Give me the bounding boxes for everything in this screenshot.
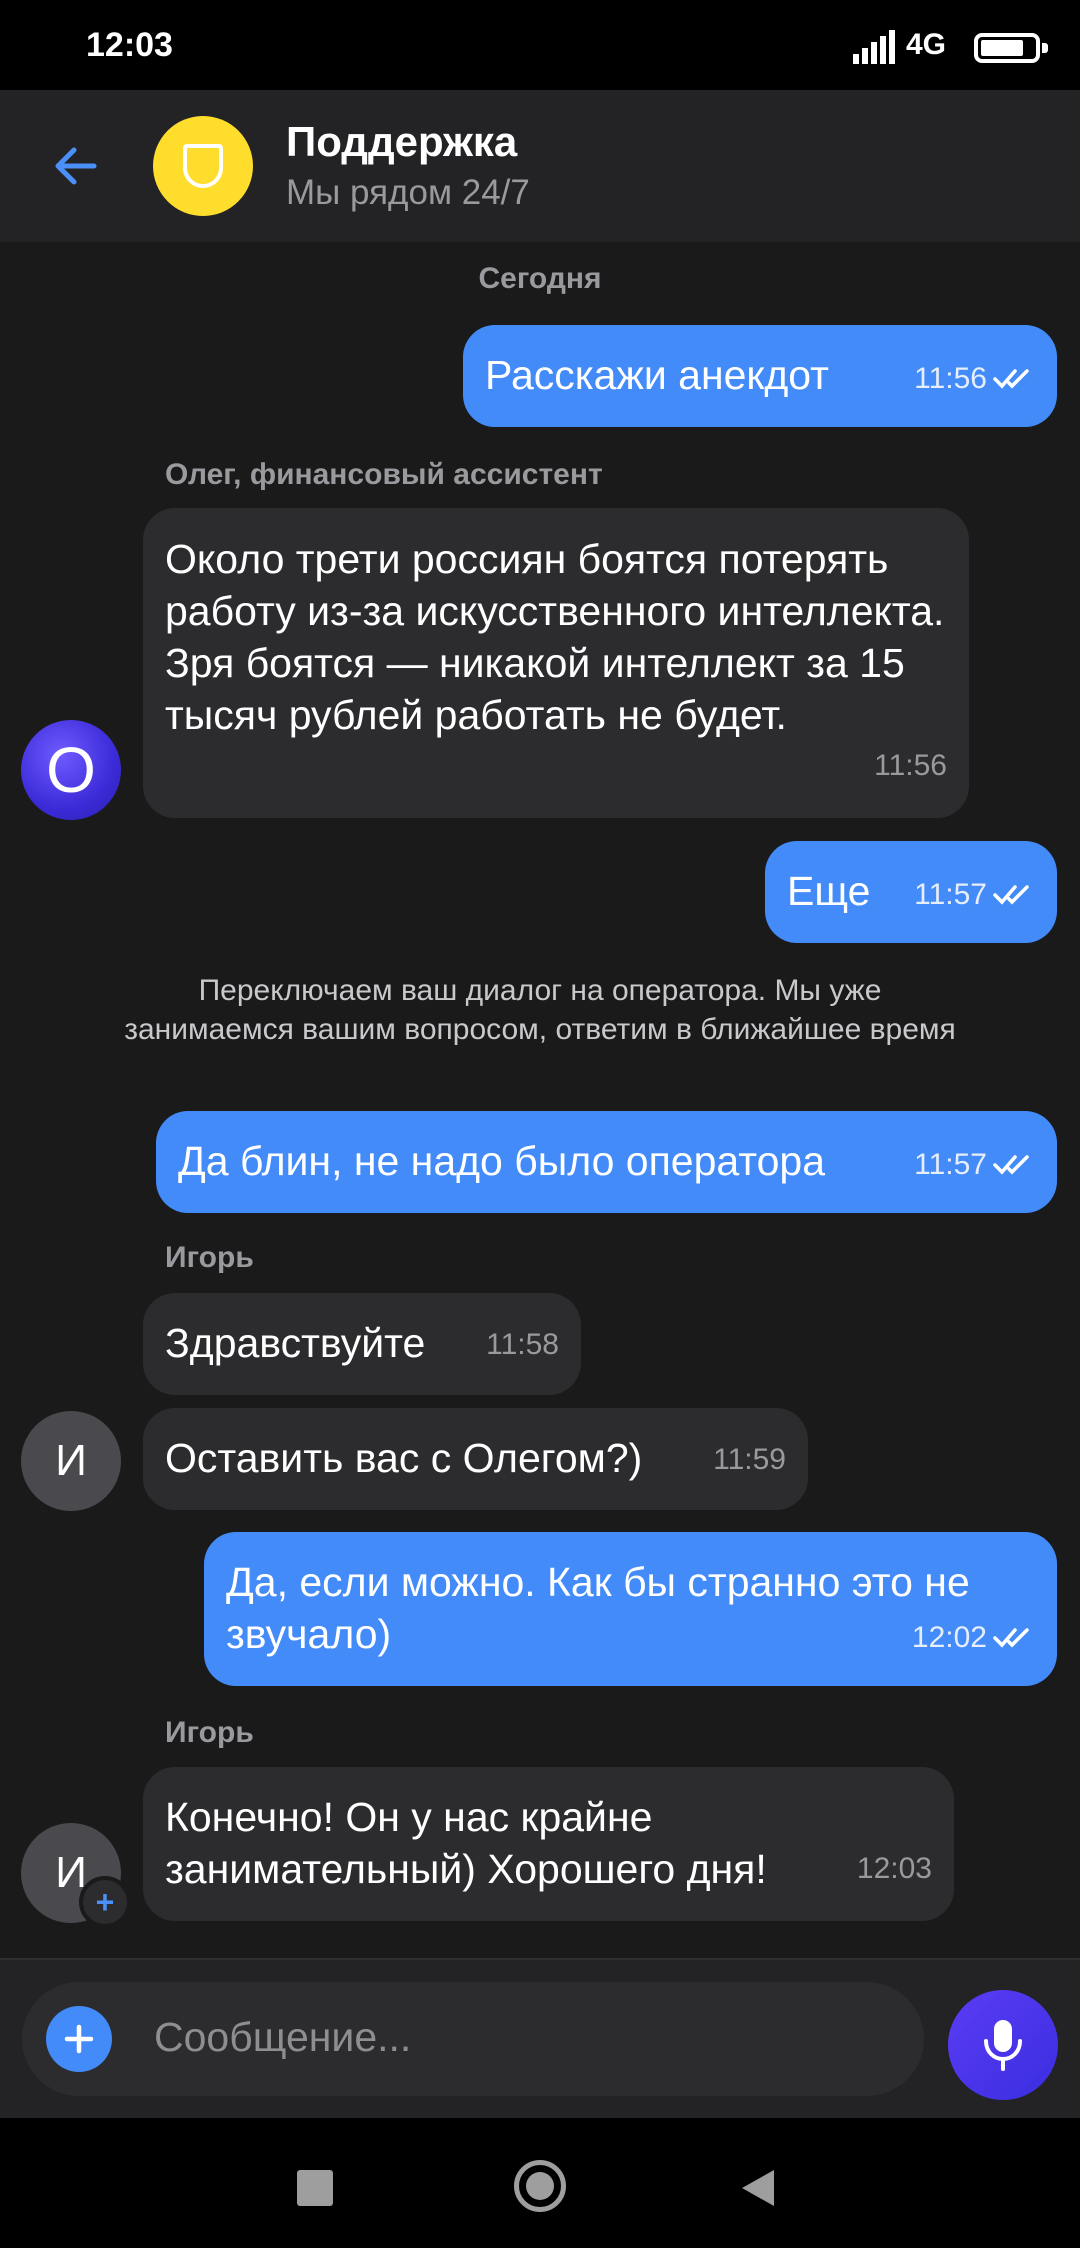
message-time: 12:02 [911, 1621, 987, 1654]
message-text: Около трети россиян боятся потерять рабо… [165, 536, 945, 738]
attach-plus-button[interactable] [46, 2006, 112, 2072]
incoming-message[interactable]: Около трети россиян боятся потерять рабо… [143, 508, 969, 818]
outgoing-message[interactable]: Еще 11:57 [765, 841, 1057, 943]
sender-name: Игорь [165, 1716, 254, 1749]
microphone-icon [984, 2020, 1022, 2071]
message-text: Да, если можно. Как бы странно это не зв… [226, 1559, 970, 1657]
recent-apps-icon[interactable] [297, 2170, 333, 2206]
back-nav-icon[interactable] [742, 2170, 774, 2206]
double-check-icon [993, 885, 1029, 905]
system-nav-bar [0, 2118, 1080, 2248]
message-time: 11:59 [713, 1443, 786, 1476]
outgoing-message[interactable]: Да, если можно. Как бы странно это не зв… [204, 1532, 1057, 1686]
message-text: Конечно! Он у нас крайне занимательный) … [165, 1794, 767, 1892]
double-check-icon [993, 1155, 1029, 1175]
incoming-message[interactable]: Оставить вас с Олегом?) 11:59 [143, 1408, 808, 1510]
signal-icon [853, 30, 895, 64]
message-text: Еще [787, 868, 871, 914]
message-placeholder: Сообщение... [154, 2014, 412, 2060]
battery-icon [974, 33, 1048, 63]
status-bar: 12:03 4G [0, 0, 1080, 90]
add-badge-icon[interactable]: + [79, 1876, 131, 1928]
chat-header: Поддержка Мы рядом 24/7 [0, 90, 1080, 242]
message-time: 11:56 [914, 362, 987, 395]
back-arrow-icon[interactable] [44, 134, 108, 198]
outgoing-message[interactable]: Да блин, не надо было оператора 11:57 [156, 1111, 1057, 1213]
avatar[interactable]: И [21, 1411, 121, 1511]
system-message: Переключаем ваш диалог на оператора. Мы … [124, 974, 956, 1046]
message-text: Здравствуйте [165, 1320, 426, 1366]
double-check-icon [993, 369, 1029, 389]
incoming-message[interactable]: Здравствуйте 11:58 [143, 1293, 581, 1395]
chat-title: Поддержка [286, 118, 518, 165]
bank-crest-icon[interactable] [153, 116, 253, 216]
sender-name: Игорь [165, 1241, 254, 1274]
status-time: 12:03 [86, 26, 173, 64]
message-text: Оставить вас с Олегом?) [165, 1435, 643, 1481]
message-time: 11:58 [486, 1328, 559, 1361]
message-input[interactable]: Сообщение... [22, 1982, 924, 2096]
microphone-button[interactable] [948, 1990, 1058, 2100]
incoming-message[interactable]: Конечно! Он у нас крайне занимательный) … [143, 1767, 954, 1921]
message-text: Расскажи анекдот [485, 352, 829, 398]
outgoing-message[interactable]: Расскажи анекдот 11:56 [463, 325, 1057, 427]
date-separator: Сегодня [478, 262, 602, 295]
home-icon[interactable] [514, 2160, 566, 2212]
plus-icon [64, 2024, 94, 2054]
chat-screen: 12:03 4G Поддержка Мы рядом 24/7 Сегодня… [0, 0, 1080, 2248]
message-time: 11:57 [914, 878, 987, 911]
message-composer: Сообщение... [0, 1958, 1080, 2118]
message-time: 11:57 [914, 1148, 987, 1181]
message-time: 12:03 [856, 1852, 932, 1885]
message-text: Да блин, не надо было оператора [178, 1138, 826, 1184]
sender-name: Олег, финансовый ассистент [165, 458, 603, 491]
double-check-icon [993, 1628, 1029, 1648]
avatar[interactable]: О [21, 720, 121, 820]
message-time: 11:56 [874, 749, 947, 782]
network-type: 4G [906, 28, 947, 61]
chat-subtitle: Мы рядом 24/7 [286, 173, 530, 212]
